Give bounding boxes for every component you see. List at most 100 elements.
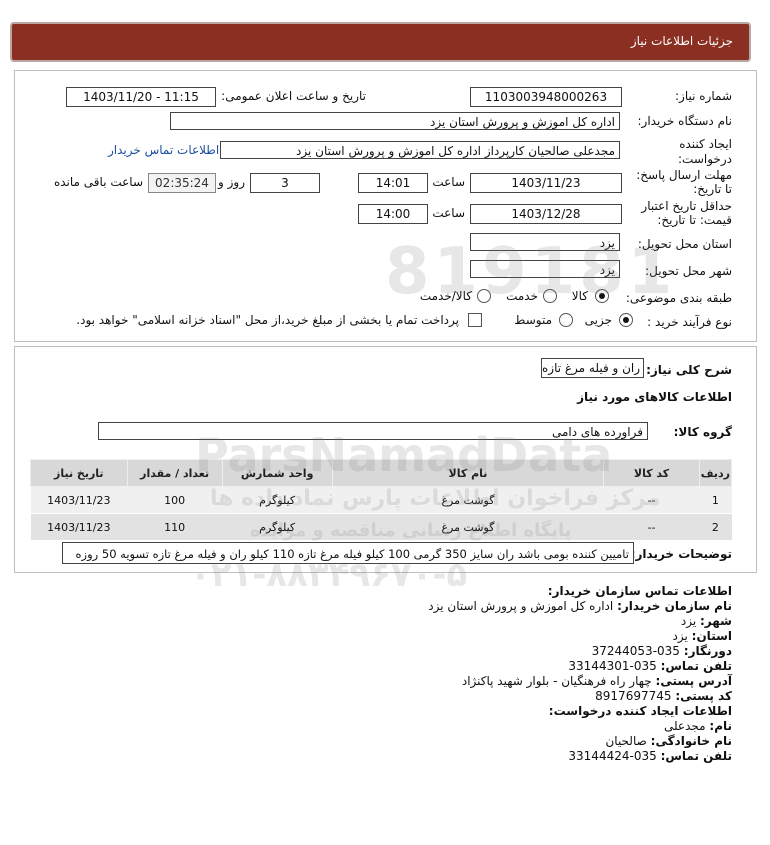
contact-phone-value: 035-33144301 [568,659,657,673]
contact-fax-value: 035-37244053 [591,644,680,658]
buyer-org-field: اداره کل اموزش و پرورش استان یزد [170,112,620,130]
cell-row: 2 [699,513,732,541]
cell-unit: کیلوگرم [222,513,333,541]
countdown-timer: 02:35:24 [148,173,216,193]
contact-province-value: یزد [672,629,688,643]
contact-postal-line: کد پستی: 8917697745 [595,689,732,703]
creator-name-line: نام: مجدعلی [664,719,732,733]
goods-heading: اطلاعات کالاهای مورد نیاز [577,390,732,404]
city-label: شهر محل تحویل: [645,264,732,278]
validity-date-field: 1403/12/28 [470,204,622,224]
cell-name: گوشت مرغ [332,513,604,541]
creator-family-value: صالحیان [605,734,647,748]
validity-label-2: قیمت: تا تاریخ: [657,213,732,227]
contact-postal-value: 8917697745 [595,689,672,703]
contact-phone-label: تلفن تماس: [660,659,732,673]
contact-address-label: آدرس پستی: [655,674,732,688]
validity-time-field: 14:00 [358,204,428,224]
treasury-payment-checkbox[interactable] [468,313,482,327]
col-unit: واحد شمارش [221,459,333,487]
creator-field: مجدعلی صالحیان کارپرداز اداره کل اموزش و… [220,141,620,159]
col-row: ردیف [698,459,733,487]
table-row: 2 -- گوشت مرغ کیلوگرم 110 1403/11/23 [30,513,732,541]
creator-name-label: نام: [709,719,732,733]
creator-label-1: ایجاد کننده [679,137,732,151]
cell-row: 1 [699,486,732,514]
creator-phone-label: تلفن تماس: [660,749,732,763]
need-number-field: 1103003948000263 [470,87,622,107]
description-label: شرح کلی نیاز: [646,363,732,377]
contact-address-line: آدرس پستی: چهار راه فرهنگیان - بلوار شهی… [462,674,732,688]
table-header-row: ردیف کد کالا نام کالا واحد شمارش تعداد /… [30,459,733,487]
announce-label: تاریخ و ساعت اعلان عمومی: [221,89,366,103]
contact-heading: اطلاعات تماس سازمان خریدار: [547,584,732,598]
category-option-goods: کالا [571,289,588,303]
col-quantity: تعداد / مقدار [126,459,223,487]
cell-date: 1403/11/23 [30,486,128,514]
province-label: استان محل تحویل: [637,237,732,251]
contact-org-label: نام سازمان خریدار: [617,599,732,613]
buyer-org-label: نام دستگاه خریدار: [637,114,733,128]
buyer-contact-link[interactable]: اطلاعات تماس خریدار [108,143,219,157]
contact-province-label: استان: [691,629,732,643]
goods-group-label: گروه کالا: [673,425,732,439]
category-option-service: خدمت [506,289,538,303]
category-label: طبقه بندی موضوعی: [625,291,732,305]
deadline-time-field: 14:01 [358,173,428,193]
cell-code: -- [603,513,700,541]
creator-phone-value: 035-33144424 [568,749,657,763]
col-date: تاریخ نیاز [30,459,128,487]
cell-code: -- [603,486,700,514]
remaining-label: ساعت باقی مانده [53,175,143,189]
contact-province-line: استان: یزد [673,629,733,643]
cell-quantity: 110 [127,513,223,541]
process-radio-medium[interactable] [559,313,573,327]
col-name: نام کالا [331,459,605,487]
need-number-label: شماره نیاز: [675,89,732,103]
creator-family-line: نام خانوادگی: صالحیان [605,734,732,748]
deadline-label-1: مهلت ارسال پاسخ: [636,168,732,182]
page-header: جزئیات اطلاعات نیاز [10,22,751,62]
process-label: نوع فرآیند خرید : [647,315,732,329]
validity-time-label: ساعت [432,206,465,220]
buyer-notes-field: تامیین کننده بومی باشد ران سایز 350 گرمی… [62,542,634,564]
contact-fax-line: دورنگار: 035-37244053 [592,644,732,658]
province-field: یزد [470,233,620,251]
col-code: کد کالا [603,459,700,487]
deadline-label-2: تا تاریخ: [693,182,732,196]
contact-postal-label: کد پستی: [675,689,732,703]
buyer-notes-label: توضیحات خریدار: [630,547,732,561]
description-field: ران و فیله مرغ تازه [541,358,644,378]
process-option-medium: متوسط [514,313,552,327]
contact-phone-line: تلفن تماس: 035-33144301 [568,659,732,673]
deadline-time-label: ساعت [432,175,465,189]
creator-label-2: درخواست: [678,152,732,166]
contact-city-line: شهر: یزد [681,614,732,628]
validity-label-1: حداقل تاریخ اعتبار [641,199,732,213]
creator-phone-line: تلفن تماس: 035-33144424 [568,749,732,763]
category-radio-service[interactable] [543,289,557,303]
creator-name-value: مجدعلی [663,719,706,733]
goods-table: ردیف کد کالا نام کالا واحد شمارش تعداد /… [30,459,733,541]
creator-heading: اطلاعات ایجاد کننده درخواست: [548,704,732,718]
contact-city-value: یزد [680,614,697,628]
cell-name: گوشت مرغ [332,486,604,514]
process-radio-minor[interactable] [619,313,633,327]
category-radio-goods[interactable] [595,289,609,303]
contact-city-label: شهر: [700,614,732,628]
process-option-minor: جزیی [584,313,612,327]
cell-quantity: 100 [127,486,223,514]
days-label: روز و [218,175,245,189]
days-field: 3 [250,173,320,193]
table-row: 1 -- گوشت مرغ کیلوگرم 100 1403/11/23 [30,486,732,514]
contact-fax-label: دورنگار: [683,644,732,658]
contact-org-value: اداره کل اموزش و پرورش استان یزد [428,599,614,613]
cell-unit: کیلوگرم [222,486,333,514]
cell-date: 1403/11/23 [30,513,128,541]
category-radio-goods-service[interactable] [477,289,491,303]
announce-field: 1403/11/20 - 11:15 [66,87,216,107]
creator-family-label: نام خانوادگی: [650,734,732,748]
goods-group-field: فراورده های دامی [98,422,648,440]
category-option-goods-service: کالا/خدمت [419,289,472,303]
contact-org-line: نام سازمان خریدار: اداره کل اموزش و پرور… [428,599,732,613]
